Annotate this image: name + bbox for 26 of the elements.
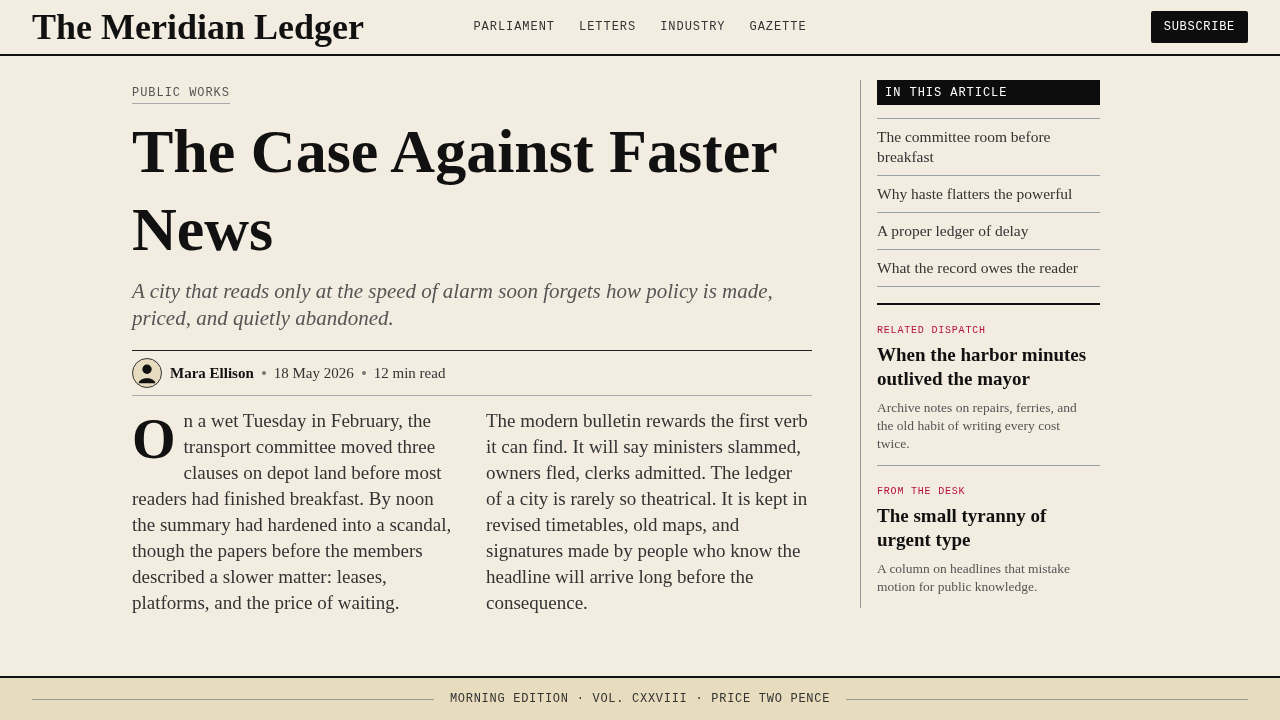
contents-link[interactable]: The committee room before breakfast: [877, 119, 1100, 175]
nav-link[interactable]: INDUSTRY: [660, 18, 726, 36]
feature-headline[interactable]: The small tyranny of urgent type: [877, 504, 1100, 552]
user-avatar-icon: [132, 358, 162, 388]
contents-link[interactable]: Why haste flatters the powerful: [877, 176, 1100, 212]
feature-summary: A column on headlines that mistake motion for public knowledge.: [877, 560, 1072, 596]
edition-info: MORNING EDITION · VOL. CXXVIII · PRICE TWO PENCE: [449, 691, 831, 708]
subscribe-button[interactable]: SUBSCRIBE: [1150, 11, 1248, 43]
site-logo[interactable]: The Meridian Ledger: [32, 9, 364, 45]
feature-summary: Archive notes on repairs, ferries, and the old habit of writing every cost twice.: [877, 399, 1078, 453]
kicker-label: FROM THE DESK: [877, 486, 967, 498]
read-time: 12 min read: [373, 363, 446, 383]
category-label: PUBLIC WORKS: [132, 85, 230, 104]
contents-link[interactable]: What the record owes the reader: [877, 250, 1100, 286]
publish-date: 18 May 2026: [273, 363, 354, 383]
article-paragraph: The modern bulletin rewards the first verb it can find. It will say ministers slammed, owners fled, clerks admitted. The ledger of a city is rarely so theatrical. It is kept in revised timetables, old maps, and signatures made by people who know the headline will arrive long before the consequence.: [486, 409, 809, 615]
nav-link[interactable]: PARLIAMENT: [473, 18, 556, 36]
kicker-label: RELATED DISPATCH: [877, 325, 987, 337]
contents-heading: IN THIS ARTICLE: [877, 80, 1100, 105]
nav-link[interactable]: GAZETTE: [749, 18, 807, 36]
article-title: The Case Against Faster News: [132, 116, 778, 265]
contents-link[interactable]: A proper ledger of delay: [877, 213, 1100, 249]
author-name: Mara Ellison: [170, 363, 254, 383]
article-subtitle: A city that reads only at the speed of alarm soon forgets how policy is made, priced, and quietly abandoned.: [132, 278, 774, 332]
nav-link[interactable]: LETTERS: [579, 18, 637, 36]
feature-headline[interactable]: When the harbor minutes outlived the mayor: [877, 343, 1100, 391]
